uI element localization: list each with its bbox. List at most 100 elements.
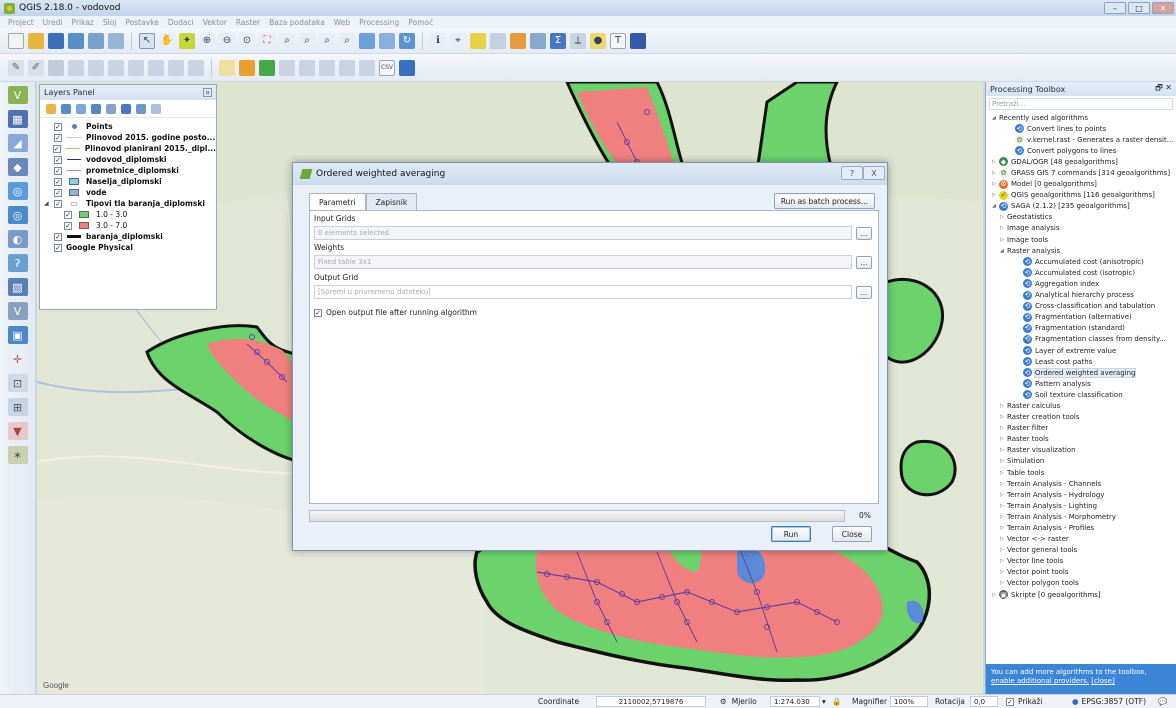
field-calculator-icon[interactable] bbox=[530, 32, 546, 49]
preview-labels-icon[interactable] bbox=[359, 59, 375, 76]
add-raster-layer-icon[interactable]: ▦ bbox=[7, 110, 28, 128]
add-gps-icon[interactable]: ✛ bbox=[7, 350, 28, 368]
layer-visibility-checkbox[interactable]: ✓ bbox=[54, 177, 62, 186]
tree-expand-icon[interactable]: ▷ bbox=[992, 181, 999, 187]
tree-group-node[interactable]: ◢ Recently used algorithms bbox=[986, 112, 1176, 123]
move-label-icon[interactable] bbox=[279, 59, 295, 76]
zoom-out-icon[interactable]: ⊖ bbox=[219, 32, 235, 49]
tree-expand-icon[interactable]: ▷ bbox=[1000, 547, 1007, 553]
python-console-icon[interactable] bbox=[630, 32, 646, 49]
tree-group-node[interactable]: ▷ Terrain Analysis - Channels bbox=[986, 478, 1176, 489]
zoom-to-layer-icon[interactable]: ⌕ bbox=[299, 32, 315, 49]
layer-visibility-checkbox[interactable]: ✓ bbox=[54, 155, 62, 164]
delete-selected-icon[interactable] bbox=[128, 59, 144, 76]
tree-group-node[interactable]: ▷ Vector line tools bbox=[986, 556, 1176, 567]
zoom-next-icon[interactable]: ⌕ bbox=[339, 32, 355, 49]
maximize-button[interactable]: □ bbox=[1128, 2, 1150, 14]
algorithm-item[interactable]: ⟲ Cross-classification and tabulation bbox=[986, 301, 1176, 312]
algorithm-item[interactable]: ⟲ Fragmentation (alternative) bbox=[986, 312, 1176, 323]
run-as-batch-button[interactable]: Run as batch process... bbox=[773, 193, 875, 209]
tree-expand-icon[interactable]: ▷ bbox=[1000, 237, 1007, 243]
algorithm-item[interactable]: ⟲ Pattern analysis bbox=[986, 378, 1176, 389]
layer-row[interactable]: ✓ Points bbox=[44, 121, 216, 132]
menu-item[interactable]: Processing bbox=[359, 18, 399, 27]
add-oracle-layer-icon[interactable]: V bbox=[7, 302, 28, 320]
layer-visibility-checkbox[interactable]: ✓ bbox=[54, 122, 62, 131]
new-spatialite-icon[interactable]: ⊡ bbox=[7, 374, 28, 392]
menu-item[interactable]: Baza podataka bbox=[269, 18, 325, 27]
new-gpx-icon[interactable]: ⊞ bbox=[7, 398, 28, 416]
refresh-icon[interactable]: ↻ bbox=[399, 32, 415, 49]
tree-expand-icon[interactable]: ▷ bbox=[1000, 414, 1007, 420]
filter-legend-icon[interactable] bbox=[91, 103, 101, 114]
pan-map-icon[interactable]: ✋ bbox=[159, 32, 175, 49]
layer-visibility-checkbox[interactable]: ✓ bbox=[54, 166, 62, 175]
rotation-field[interactable]: 0,0 bbox=[970, 696, 998, 707]
move-feature-icon[interactable] bbox=[88, 59, 104, 76]
tree-expand-icon[interactable]: ▷ bbox=[1000, 525, 1007, 531]
tree-group-node[interactable]: ▷ ▣ Skripte [0 geoalgorithms] bbox=[986, 589, 1176, 600]
tree-expand-icon[interactable]: ◢ bbox=[992, 115, 999, 121]
tree-group-node[interactable]: ▷ Image tools bbox=[986, 234, 1176, 245]
layer-visibility-checkbox[interactable]: ✓ bbox=[52, 144, 61, 153]
algorithm-item[interactable]: ⟲ Fragmentation (standard) bbox=[986, 323, 1176, 334]
tree-expand-icon[interactable]: ▷ bbox=[1000, 580, 1007, 586]
toggle-editing-icon[interactable]: ✐ bbox=[28, 59, 44, 76]
tree-expand-icon[interactable]: ▷ bbox=[1000, 481, 1007, 487]
tree-expand-icon[interactable]: ▷ bbox=[1000, 425, 1007, 431]
algorithm-item[interactable]: ✿ v.kernel.rast - Generates a raster dens… bbox=[986, 134, 1176, 145]
add-group-icon[interactable] bbox=[61, 103, 71, 114]
statistics-icon[interactable]: Σ bbox=[550, 32, 566, 49]
tree-group-node[interactable]: ▷ Terrain Analysis - Morphometry bbox=[986, 511, 1176, 522]
python-icon[interactable] bbox=[399, 59, 415, 76]
scale-dropdown-icon[interactable]: ▾ bbox=[822, 697, 826, 706]
tree-group-node[interactable]: ▷ Table tools bbox=[986, 467, 1176, 478]
algorithm-item[interactable]: ⟲ Fragmentation classes from density... bbox=[986, 334, 1176, 345]
input-grids-field[interactable]: 0 elements selected bbox=[314, 226, 852, 240]
tree-group-node[interactable]: ▷ Raster creation tools bbox=[986, 412, 1176, 423]
close-info-link[interactable]: [close] bbox=[1091, 677, 1115, 685]
coordinate-field[interactable]: 2110002,5719876 bbox=[596, 696, 706, 707]
add-wms-layer-icon[interactable]: ◎ bbox=[7, 182, 28, 200]
tree-group-node[interactable]: ▷ Terrain Analysis - Lighting bbox=[986, 500, 1176, 511]
layer-style-icon[interactable] bbox=[46, 103, 56, 114]
messages-icon[interactable]: 💬 bbox=[1158, 696, 1167, 708]
menu-item[interactable]: Pomoć bbox=[408, 18, 433, 27]
algorithm-item[interactable]: ⟲ Layer of extreme value bbox=[986, 345, 1176, 356]
open-output-option[interactable]: ✓ Open output file after running algorit… bbox=[314, 308, 477, 317]
select-by-expression-icon[interactable] bbox=[470, 32, 486, 49]
legend-class-row[interactable]: ✓ 3.0 - 7.0 bbox=[44, 220, 216, 231]
tree-expand-icon[interactable]: ▷ bbox=[1000, 447, 1007, 453]
tree-expand-icon[interactable]: ▷ bbox=[1000, 470, 1007, 476]
save-edits-icon[interactable] bbox=[48, 59, 64, 76]
zoom-last-icon[interactable]: ⌕ bbox=[319, 32, 335, 49]
collapse-all-icon[interactable] bbox=[136, 103, 146, 114]
add-postgis-layer-icon[interactable]: ◢ bbox=[7, 134, 28, 152]
algorithm-item[interactable]: ⟲ Accumulated cost (isotropic) bbox=[986, 267, 1176, 278]
tree-expand-icon[interactable]: ▷ bbox=[1000, 214, 1007, 220]
crs-globe-icon[interactable]: ● bbox=[1072, 697, 1079, 706]
menu-item[interactable]: Dodaci bbox=[168, 18, 194, 27]
measure-icon[interactable]: ⟂ bbox=[570, 32, 586, 49]
tree-expand-icon[interactable]: ▷ bbox=[1000, 458, 1007, 464]
new-map-view-icon[interactable] bbox=[359, 32, 375, 49]
scale-field[interactable]: 1:274.030 bbox=[770, 696, 820, 707]
text-annotation-icon[interactable]: T bbox=[610, 32, 626, 49]
algorithm-item[interactable]: ⟲ Accumulated cost (anisotropic) bbox=[986, 256, 1176, 267]
menu-item[interactable]: Raster bbox=[236, 18, 260, 27]
output-grid-browse-button[interactable]: ... bbox=[856, 286, 872, 299]
layer-row[interactable]: ✓ baranja_diplomski bbox=[44, 231, 216, 242]
legend-class-row[interactable]: ✓ 1.0 - 3.0 bbox=[44, 209, 216, 220]
menu-item[interactable]: Postavke bbox=[125, 18, 158, 27]
tree-expand-icon[interactable]: ▷ bbox=[1000, 225, 1007, 231]
pan-to-selection-icon[interactable]: ✦ bbox=[179, 32, 195, 49]
add-mssql-icon[interactable]: ▼ bbox=[7, 422, 28, 440]
tree-expand-icon[interactable]: ▷ bbox=[1000, 436, 1007, 442]
menu-item[interactable]: Prikaz bbox=[72, 18, 94, 27]
pin-labels-icon[interactable] bbox=[239, 59, 255, 76]
select-features-icon[interactable]: ⌖ bbox=[450, 32, 466, 49]
menu-item[interactable]: Web bbox=[334, 18, 350, 27]
new-print-composer-icon[interactable] bbox=[88, 32, 104, 49]
tab-parametri[interactable]: Parametri bbox=[309, 193, 366, 211]
weights-browse-button[interactable]: ... bbox=[856, 256, 872, 269]
